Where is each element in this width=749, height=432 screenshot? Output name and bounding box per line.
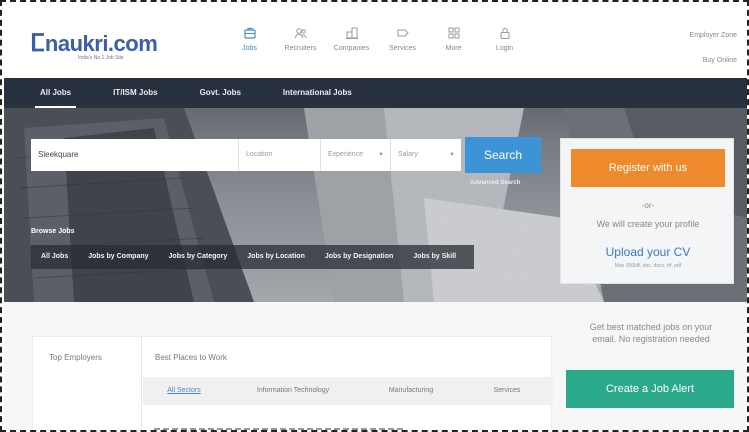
- sector-it[interactable]: Information Technology: [225, 377, 361, 405]
- top-employers-tab[interactable]: Top Employers: [49, 353, 102, 362]
- create-profile-text: We will create your profile: [596, 219, 700, 229]
- job-alert-card: Get best matched jobs on your email. No …: [564, 304, 736, 430]
- advanced-search-link[interactable]: Advanced Search: [470, 180, 520, 186]
- experience-select[interactable]: Experience ▼: [321, 139, 391, 171]
- building-icon: [345, 27, 358, 39]
- nav-companies[interactable]: Companies: [326, 26, 377, 52]
- search-form: Sleekquare Location Experience ▼ Salary ▼: [31, 139, 461, 171]
- sector-all[interactable]: All Sectors: [143, 377, 225, 405]
- lock-icon: [500, 27, 509, 39]
- browse-by-company[interactable]: Jobs by Company: [78, 245, 158, 269]
- register-button[interactable]: Register with us: [571, 149, 725, 187]
- site-header: ⵎ naukri.com India's No.1 Job Site Jobs …: [4, 4, 747, 78]
- nav-jobs[interactable]: Jobs: [224, 26, 275, 52]
- browse-all-jobs[interactable]: All Jobs: [31, 245, 78, 269]
- nav-more[interactable]: More: [428, 26, 479, 52]
- nav-label: Jobs: [242, 45, 257, 52]
- chevron-down-icon: ▼: [378, 152, 384, 158]
- tab-govt-jobs[interactable]: Govt. Jobs: [179, 78, 262, 108]
- divider: [141, 337, 142, 430]
- nav-services[interactable]: Services: [377, 26, 428, 52]
- browse-jobs-bar: All Jobs Jobs by Company Jobs by Categor…: [31, 245, 475, 269]
- search-button[interactable]: Search: [465, 137, 541, 173]
- nav-login[interactable]: Login: [479, 26, 530, 52]
- browse-jobs-title: Browse Jobs: [31, 228, 75, 235]
- people-icon: [294, 28, 306, 39]
- employer-zone-link[interactable]: Employer Zone: [690, 32, 737, 39]
- main-nav: Jobs Recruiters Companies Services More …: [224, 26, 530, 52]
- create-job-alert-button[interactable]: Create a Job Alert: [566, 370, 734, 408]
- sector-manufacturing[interactable]: Manufacturing: [361, 377, 461, 405]
- employers-card: Top Employers Best Places to Work All Se…: [32, 336, 553, 430]
- sector-services[interactable]: Services: [461, 377, 553, 405]
- naukri-logo[interactable]: ⵎ naukri.com India's No.1 Job Site: [30, 31, 158, 61]
- keyword-input[interactable]: Sleekquare: [31, 139, 239, 171]
- tab-international-jobs[interactable]: International Jobs: [262, 78, 373, 108]
- cropped-text-line: [154, 428, 404, 430]
- logo-tagline: India's No.1 Job Site: [78, 55, 124, 61]
- nav-label: Login: [495, 45, 514, 52]
- logo-text: naukri.com: [44, 31, 158, 56]
- best-places-title[interactable]: Best Places to Work: [155, 353, 227, 362]
- register-card: Register with us -or- We will create you…: [560, 138, 734, 284]
- browse-by-location[interactable]: Jobs by Location: [237, 245, 315, 269]
- salary-select[interactable]: Salary ▼: [391, 139, 461, 171]
- briefcase-icon: [243, 27, 256, 39]
- nav-label: Recruiters: [284, 45, 317, 52]
- tab-it-jobs[interactable]: IT/ISM Jobs: [92, 78, 178, 108]
- browse-by-category[interactable]: Jobs by Category: [159, 245, 238, 269]
- nav-label: Companies: [333, 45, 370, 52]
- sector-tabs: All Sectors Information Technology Manuf…: [143, 377, 553, 405]
- location-placeholder: Location: [246, 151, 273, 158]
- job-alert-text: Get best matched jobs on your email. No …: [589, 322, 713, 344]
- logo-mark: ⵎ: [30, 31, 45, 57]
- salary-placeholder: Salary: [398, 151, 418, 158]
- experience-placeholder: Experience: [328, 151, 364, 158]
- browse-by-skill[interactable]: Jobs by Skill: [403, 245, 466, 269]
- nav-label: Services: [389, 45, 416, 52]
- lower-section: Top Employers Best Places to Work All Se…: [4, 302, 747, 430]
- tab-all-jobs[interactable]: All Jobs: [19, 78, 92, 108]
- or-separator: -or-: [641, 201, 655, 210]
- grid-icon: [448, 27, 459, 39]
- nav-recruiters[interactable]: Recruiters: [275, 26, 326, 52]
- tag-icon: [397, 29, 409, 37]
- upload-cv-link[interactable]: Upload your CV: [561, 245, 735, 259]
- cv-format-note: Max 300kB, doc, docx, rtf, pdf: [614, 263, 682, 269]
- job-category-tabs: All Jobs IT/ISM Jobs Govt. Jobs Internat…: [4, 78, 747, 108]
- browse-by-designation[interactable]: Jobs by Designation: [315, 245, 403, 269]
- keyword-value: Sleekquare: [38, 150, 79, 159]
- page-frame: ⵎ naukri.com India's No.1 Job Site Jobs …: [0, 0, 749, 432]
- buy-online-link[interactable]: Buy Online: [703, 57, 737, 64]
- nav-label: More: [445, 45, 462, 52]
- chevron-down-icon: ▼: [449, 152, 455, 158]
- location-input[interactable]: Location: [239, 139, 321, 171]
